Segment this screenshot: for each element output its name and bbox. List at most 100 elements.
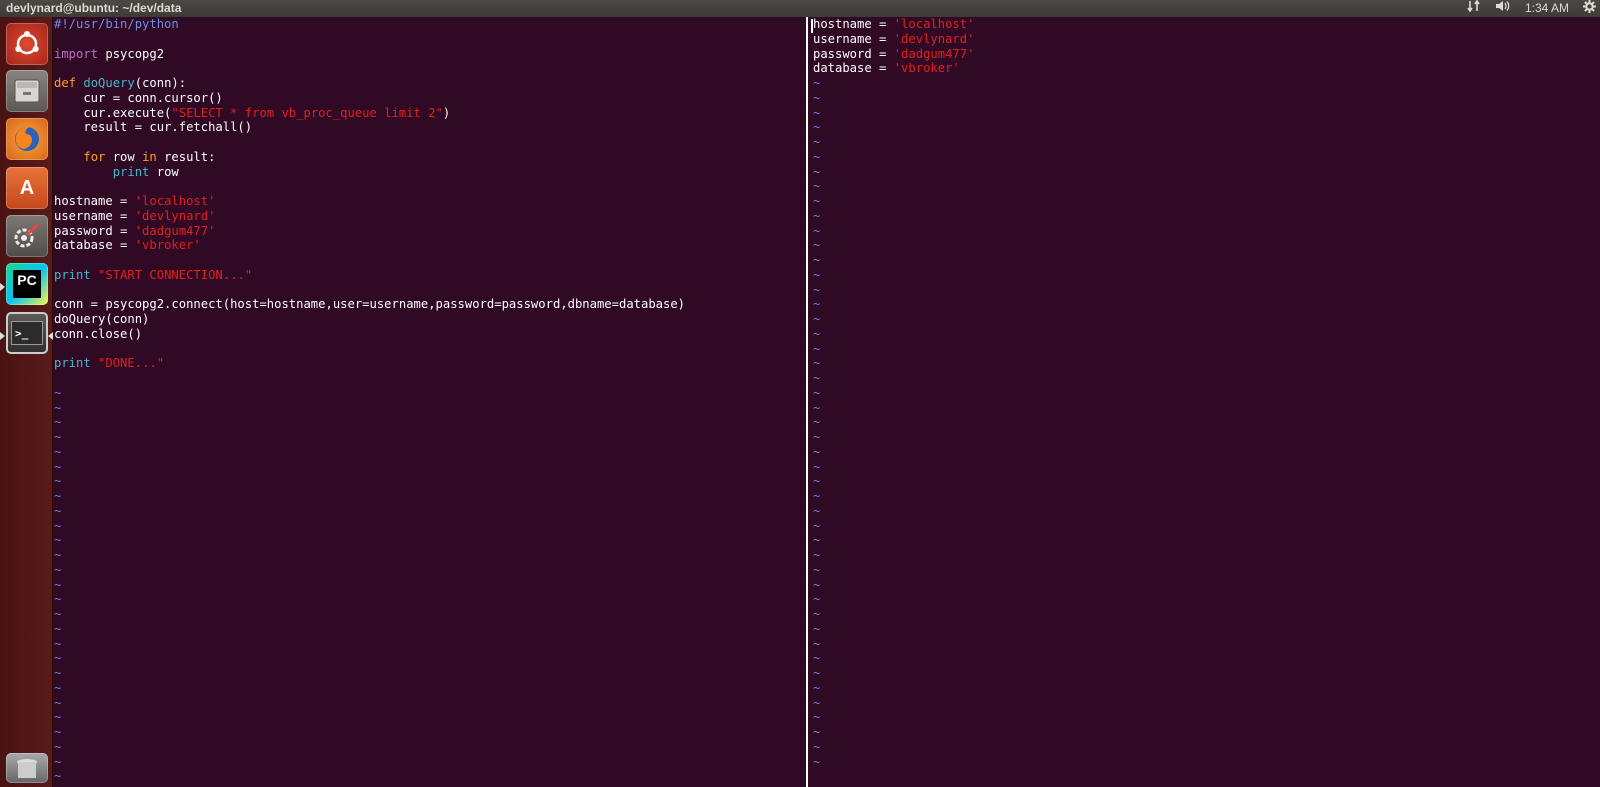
variable-name: hostname [813, 17, 872, 31]
code-line[interactable]: cur.execute("SELECT * from vb_proc_queue… [54, 106, 806, 121]
empty-line-tilde: ~ [813, 105, 821, 120]
files-button[interactable] [6, 70, 48, 112]
code-line[interactable]: print "START CONNECTION..." [54, 268, 806, 283]
unity-launcher: A PC >_ [0, 17, 53, 787]
string-literal: "START CONNECTION..." [98, 267, 253, 282]
empty-line-tilde: ~ [813, 725, 821, 739]
empty-line-tilde: ~ [54, 489, 62, 503]
empty-line-tilde: ~ [54, 666, 62, 680]
vim-pane-right[interactable]: hostname = 'localhost' username = 'devlyn… [813, 17, 1600, 787]
code-line[interactable]: password = 'dadgum477' [54, 224, 806, 239]
code-line[interactable]: hostname = 'localhost' [54, 194, 806, 209]
empty-line-tilde: ~ [813, 636, 821, 651]
empty-line-tilde: ~ [54, 430, 62, 444]
variable-name: hostname [54, 194, 113, 208]
code-text: psycopg2 [98, 46, 165, 61]
empty-line-tilde: ~ [54, 503, 62, 518]
variable-name: database [54, 238, 113, 253]
code-line[interactable]: import psycopg2 [54, 47, 806, 62]
code-line[interactable]: print row [54, 165, 806, 180]
firefox-button[interactable] [6, 118, 48, 160]
empty-line-tilde: ~ [813, 680, 821, 695]
empty-line-tilde: ~ [813, 356, 821, 371]
code-text: cur.execute( [54, 105, 172, 120]
code-line[interactable] [54, 283, 806, 298]
string-literal: "DONE..." [98, 356, 165, 371]
empty-line-tilde: ~ [813, 710, 821, 725]
empty-line-tilde: ~ [813, 238, 821, 253]
code-line[interactable] [54, 342, 806, 357]
code-line[interactable]: database = 'vbroker' [813, 61, 1600, 76]
empty-line-tilde: ~ [813, 120, 821, 135]
empty-line-tilde: ~ [54, 607, 62, 621]
empty-line-tilde: ~ [813, 592, 821, 607]
empty-line-tilde: ~ [813, 577, 821, 592]
empty-line-tilde: ~ [54, 651, 62, 666]
code-line[interactable]: result = cur.fetchall() [54, 120, 806, 135]
empty-line-tilde: ~ [54, 400, 62, 415]
code-text: conn = psycopg2.connect(host=hostname,us… [54, 297, 686, 312]
empty-line-tilde: ~ [54, 680, 62, 695]
ubuntu-dash-button[interactable] [6, 23, 48, 65]
code-line[interactable] [54, 371, 806, 386]
code-line[interactable]: doQuery(conn) [54, 312, 806, 327]
empty-line-tilde: ~ [813, 548, 821, 562]
empty-line-tilde: ~ [813, 400, 821, 415]
clock[interactable]: 1:34 AM [1525, 0, 1569, 17]
file-cabinet-icon [14, 79, 40, 103]
code-line[interactable] [54, 61, 806, 76]
keyword-print: print [112, 164, 150, 179]
empty-line-tilde: ~ [813, 459, 821, 474]
code-line[interactable]: for row in result: [54, 150, 806, 165]
code-line[interactable]: def doQuery(conn): [54, 76, 806, 91]
code-line[interactable]: conn = psycopg2.connect(host=hostname,us… [54, 297, 806, 312]
code-line[interactable]: print "DONE..." [54, 356, 806, 371]
system-tray: 1:34 AM [1467, 0, 1596, 17]
empty-line-tilde: ~ [813, 223, 821, 238]
vim-pane-left[interactable]: #!/usr/bin/python import psycopg2 def doQu… [54, 17, 806, 787]
code-line[interactable]: database = 'vbroker' [54, 238, 806, 253]
shebang-comment: #!/usr/bin/python [54, 17, 179, 31]
variable-name: database [813, 61, 872, 76]
code-line[interactable]: username = 'devlynard' [813, 32, 1600, 47]
code-text: cur = conn.cursor() [54, 90, 223, 105]
trash-button[interactable] [6, 753, 48, 783]
empty-line-tilde: ~ [54, 548, 62, 562]
string-literal: 'vbroker' [893, 61, 960, 76]
empty-line-tilde: ~ [813, 415, 821, 430]
code-line[interactable] [54, 32, 806, 47]
code-line[interactable]: #!/usr/bin/python [54, 17, 806, 32]
string-literal: 'dadgum477' [893, 46, 975, 61]
system-settings-button[interactable] [6, 215, 48, 257]
keyword-def: def [54, 76, 77, 90]
empty-line-tilde: ~ [813, 695, 821, 710]
empty-line-tilde: ~ [54, 459, 62, 474]
keyword-print: print [54, 267, 91, 282]
code-line[interactable]: hostname = 'localhost' [813, 17, 1600, 32]
vertical-split-divider[interactable] [806, 17, 808, 787]
network-icon[interactable] [1467, 0, 1481, 17]
code-line[interactable]: username = 'devlynard' [54, 209, 806, 224]
empty-line-tilde: ~ [54, 533, 62, 548]
pycharm-button[interactable]: PC [6, 263, 48, 305]
code-line[interactable] [54, 179, 806, 194]
empty-line-tilde: ~ [54, 415, 62, 430]
code-line[interactable]: conn.close() [54, 327, 806, 342]
empty-line-tilde: ~ [813, 282, 821, 297]
pycharm-icon: PC [13, 270, 41, 298]
code-line[interactable] [54, 253, 806, 268]
volume-icon[interactable] [1495, 0, 1511, 17]
code-line[interactable]: cur = conn.cursor() [54, 91, 806, 106]
empty-line-tilde: ~ [813, 341, 821, 356]
empty-line-tilde: ~ [54, 577, 62, 592]
empty-line-tilde: ~ [813, 607, 821, 621]
terminal-button[interactable]: >_ [6, 312, 48, 354]
string-literal: 'localhost' [134, 194, 216, 208]
empty-line-tilde: ~ [813, 76, 821, 90]
code-line[interactable]: password = 'dadgum477' [813, 47, 1600, 62]
settings-gear-icon[interactable] [1583, 0, 1596, 18]
code-line[interactable] [54, 135, 806, 150]
empty-line-tilde: ~ [54, 621, 62, 636]
empty-line-tilde: ~ [813, 503, 821, 518]
software-center-button[interactable]: A [6, 167, 48, 209]
